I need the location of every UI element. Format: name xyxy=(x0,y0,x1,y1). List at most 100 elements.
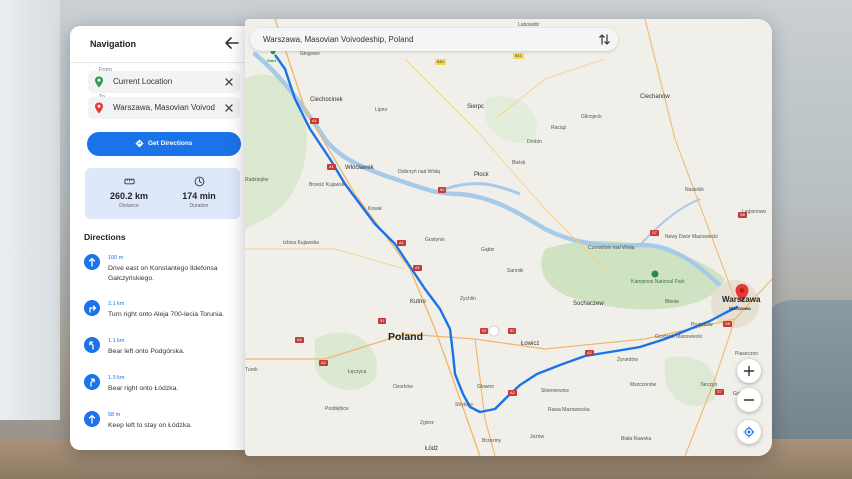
map-view[interactable]: 540 541 A1 A1 62 A1 A1 91 A2 A2 92 92 A2… xyxy=(245,19,772,456)
road-shield: A2 xyxy=(585,350,594,356)
road-shield: A1 xyxy=(327,164,336,170)
place-label: Mszczonów xyxy=(630,382,657,388)
road-shield: 92 xyxy=(508,328,517,334)
place-label: Raciąż xyxy=(551,125,567,131)
place-label: Tarczyn xyxy=(700,382,718,388)
keep-left-icon xyxy=(84,411,100,427)
duration-label: Duration xyxy=(189,203,209,209)
arrow-up-icon xyxy=(84,254,100,270)
place-label: Nowy Dwór Mazowiecki xyxy=(665,234,718,240)
step-distance: 1.3 km xyxy=(108,375,125,381)
place-label: Sierpc xyxy=(467,104,485,110)
road-shield: 62 xyxy=(438,187,447,193)
start-label: Start xyxy=(267,58,277,63)
place-label: Żyrardów xyxy=(617,357,638,363)
green-pin-icon xyxy=(95,76,103,88)
place-label: Sanniki xyxy=(507,268,524,274)
step-distance: 1.1 km xyxy=(108,338,125,344)
swap-vertical-icon[interactable] xyxy=(598,33,611,46)
place-label: Głogowo xyxy=(300,51,320,57)
country-label: Poland xyxy=(388,331,424,343)
place-label: Brzeziny xyxy=(482,438,502,444)
map-search-bar[interactable]: Warszawa, Masovian Voivodeship, Poland xyxy=(250,28,618,51)
turn-right-icon xyxy=(84,300,100,316)
background-window xyxy=(0,0,60,420)
duration-summary: 174 min Duration xyxy=(169,176,229,209)
from-field[interactable]: Current Location xyxy=(88,71,240,93)
place-label: Zgierz xyxy=(420,420,434,426)
road-shield: A1 xyxy=(310,118,319,124)
place-label: Łowicz xyxy=(521,341,540,347)
panel-header: Navigation xyxy=(70,26,250,63)
place-label: Ozorków xyxy=(393,384,413,390)
bear-left-icon xyxy=(84,337,100,353)
road-shield: S7 xyxy=(715,389,724,395)
place-label: Ciechanów xyxy=(640,94,670,100)
road-shield: 541 xyxy=(513,53,524,59)
place-label: Biała Rawska xyxy=(621,436,652,442)
place-label: Włocławek xyxy=(345,165,374,171)
panel-title: Navigation xyxy=(90,39,137,49)
road-shield: 91 xyxy=(378,318,387,324)
my-location-button[interactable] xyxy=(737,420,761,444)
road-shield: A2 xyxy=(295,337,304,343)
place-label: Łódź xyxy=(425,446,439,452)
place-label: Poddębice xyxy=(325,406,349,412)
zoom-in-button[interactable] xyxy=(737,359,761,383)
place-label: Pruszków xyxy=(691,322,713,328)
clear-from-icon[interactable] xyxy=(224,77,234,87)
ruler-icon xyxy=(123,178,135,185)
place-label: Gostynin xyxy=(425,237,445,243)
road-shield: S7 xyxy=(650,230,659,236)
distance-label: Distance xyxy=(119,203,139,209)
road-shield: A1 xyxy=(413,265,422,271)
step-instruction: Bear left onto Podgórska. xyxy=(108,348,185,355)
duration-value: 174 min xyxy=(182,191,216,201)
place-label: Glinojeck xyxy=(581,114,602,120)
get-directions-button[interactable]: Get Directions xyxy=(87,132,241,156)
place-label: Ciechocinek xyxy=(310,97,343,103)
to-field[interactable]: Warszawa, Masovian Voivod xyxy=(88,97,240,119)
place-label: Piaseczno xyxy=(735,351,759,357)
navigation-panel: Navigation From Current Location To Wars… xyxy=(70,26,250,450)
clear-to-icon[interactable] xyxy=(224,103,234,113)
step-instruction: Turn right onto Aleja 700-lecia Torunia. xyxy=(108,311,224,318)
place-label: Nasielsk xyxy=(685,187,704,193)
red-pin-icon xyxy=(95,102,103,114)
road-shield: S8 xyxy=(723,321,732,327)
road-shield: 540 xyxy=(435,59,446,65)
place-label: Kutno xyxy=(410,299,426,305)
directions-icon xyxy=(135,139,144,148)
place-label: Gąbin xyxy=(481,247,495,253)
get-directions-label: Get Directions xyxy=(148,140,193,147)
distance-summary: 260.2 km Distance xyxy=(99,176,159,209)
place-label: Izbica Kujawska xyxy=(283,240,319,246)
step-distance: 58 m xyxy=(108,412,121,418)
bear-right-icon xyxy=(84,374,100,390)
place-label: Brześć Kujawski xyxy=(309,182,346,188)
place-label: Łęczyca xyxy=(348,369,367,375)
place-label: Legionowo xyxy=(742,209,767,215)
route-summary: 260.2 km Distance 174 min Duration xyxy=(85,168,240,219)
step-instruction: Bear right onto Łódzka. xyxy=(108,385,179,392)
step-distance: 100 m xyxy=(108,255,124,261)
directions-heading: Directions xyxy=(84,232,126,242)
place-label: Bielsk xyxy=(512,160,526,166)
to-value: Warszawa, Masovian Voivod xyxy=(113,103,215,112)
road-shield: A2 xyxy=(508,390,517,396)
place-label: Czerwińsk nad Wisłą xyxy=(588,245,635,251)
place-label: Grodzisk Mazowiecki xyxy=(655,334,702,340)
place-label: Błonie xyxy=(665,299,679,305)
plus-icon xyxy=(743,365,755,377)
back-arrow-icon[interactable] xyxy=(224,35,240,51)
place-label: Turek xyxy=(245,367,258,373)
step-instruction: Drive east on Konstantego Ildefonsa Gałc… xyxy=(108,265,218,282)
zoom-out-button[interactable] xyxy=(737,388,761,412)
distance-value: 260.2 km xyxy=(109,191,149,201)
place-label: Sochaczew xyxy=(573,301,604,307)
crosshair-icon xyxy=(743,426,755,438)
step-distance: 2.1 km xyxy=(108,301,125,307)
road-shield: A2 xyxy=(319,360,328,366)
road-shield: A1 xyxy=(397,240,406,246)
place-label: Żychlin xyxy=(460,296,476,302)
